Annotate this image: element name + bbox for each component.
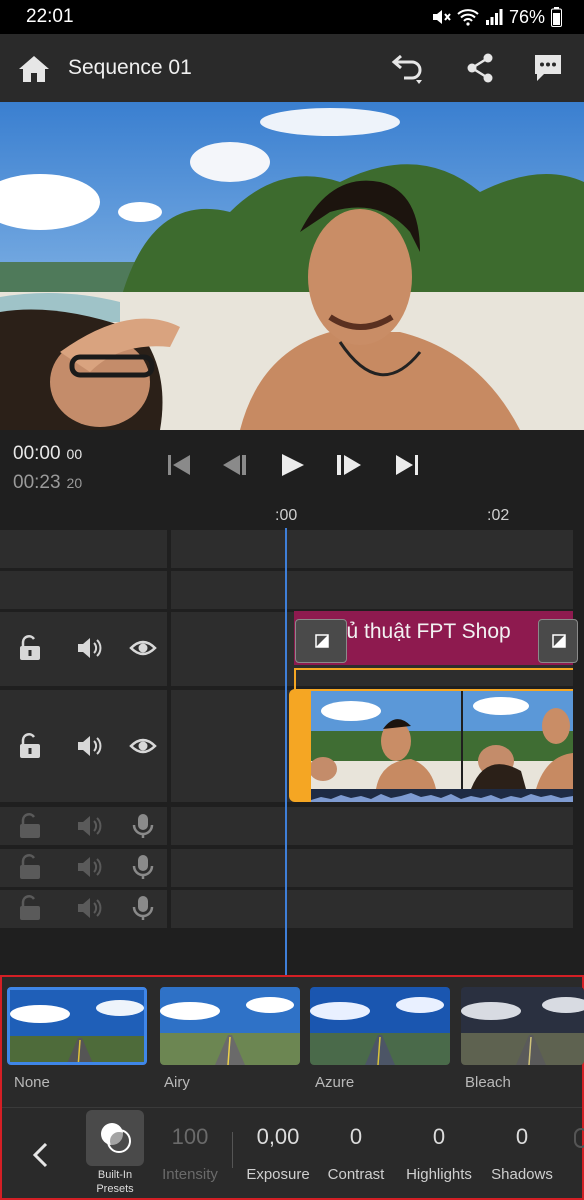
step-forward-icon[interactable] <box>334 451 364 479</box>
speaker-icon[interactable] <box>75 732 103 760</box>
speaker-icon[interactable] <box>75 812 103 840</box>
lock-open-icon[interactable] <box>16 812 44 840</box>
preset-thumbnail-airy[interactable] <box>160 987 300 1065</box>
signal-icon <box>485 9 503 25</box>
title-clip-text: Thủ thuật FPT Shop <box>322 620 511 643</box>
total-timecode: 00:23 20 <box>13 472 83 493</box>
shadows-value: 0 <box>515 1124 529 1149</box>
preset-thumbnail-azure[interactable] <box>310 987 450 1065</box>
sequence-title: Sequence 01 <box>68 56 192 79</box>
preset-thumbnail-none[interactable] <box>7 987 147 1065</box>
toolbar-divider <box>2 1107 582 1108</box>
ruler-mark: :00 <box>275 507 298 524</box>
track-lane-empty <box>171 530 573 568</box>
contrast-control[interactable]: 0 Contrast <box>322 1124 390 1183</box>
contrast-value: 0 <box>349 1124 363 1149</box>
intensity-value: 100 <box>171 1124 209 1149</box>
highlights-value: 0 <box>432 1124 446 1149</box>
app-header: Sequence 01 <box>0 34 584 102</box>
track-lane-audio <box>171 849 573 887</box>
builtin-presets-button[interactable] <box>86 1110 144 1166</box>
wifi-icon <box>457 9 479 26</box>
battery-icon <box>551 7 562 27</box>
exposure-control[interactable]: 0,00 Exposure <box>242 1124 314 1183</box>
battery-percent: 76% <box>508 6 545 27</box>
play-icon[interactable] <box>278 451 308 479</box>
audio-waveform <box>311 789 573 802</box>
speaker-icon[interactable] <box>75 853 103 881</box>
current-timecode: 00:00 00 <box>13 443 83 464</box>
home-icon[interactable] <box>18 54 50 84</box>
clip-link-line <box>294 668 573 690</box>
next-control-partial[interactable] <box>574 1128 584 1148</box>
lock-open-icon[interactable] <box>16 634 44 662</box>
ruler-mark: :02 <box>487 507 510 524</box>
highlights-label: Highlights <box>406 1166 472 1183</box>
exposure-value: 0,00 <box>256 1124 300 1149</box>
trim-icon <box>552 634 566 648</box>
preset-label: Azure <box>315 1074 355 1091</box>
lock-open-icon[interactable] <box>16 894 44 922</box>
share-icon[interactable] <box>464 52 496 84</box>
presets-icon <box>101 1123 131 1153</box>
speaker-icon[interactable] <box>75 894 103 922</box>
trim-icon <box>315 634 329 648</box>
builtin-presets-label: Built-In Presets <box>96 1169 134 1195</box>
eye-icon[interactable] <box>129 732 157 760</box>
preset-label: Airy <box>164 1074 190 1091</box>
track-lane-audio <box>171 890 573 928</box>
eye-icon[interactable] <box>129 634 157 662</box>
skip-to-end-icon[interactable] <box>392 451 422 479</box>
clip-trim-handle-right[interactable] <box>538 619 578 663</box>
status-bar: 22:01 76% <box>0 0 584 34</box>
toolbar-separator <box>232 1132 233 1168</box>
track-header-empty <box>0 530 167 568</box>
track-lane-empty <box>171 571 573 609</box>
shadows-label: Shadows <box>491 1166 553 1183</box>
playhead[interactable] <box>285 528 287 976</box>
comment-icon[interactable] <box>532 52 564 84</box>
preset-label: Bleach <box>465 1074 511 1091</box>
mute-icon <box>432 10 451 24</box>
microphone-icon[interactable] <box>129 812 157 840</box>
exposure-label: Exposure <box>246 1166 310 1183</box>
status-time: 22:01 <box>26 6 74 27</box>
video-preview[interactable] <box>0 102 584 430</box>
contrast-label: Contrast <box>327 1166 385 1183</box>
track-lane-audio <box>171 807 573 845</box>
chevron-left-icon[interactable] <box>28 1140 54 1170</box>
microphone-icon[interactable] <box>129 894 157 922</box>
shadows-control[interactable]: 0 Shadows <box>486 1124 558 1183</box>
clip-trim-handle-left[interactable] <box>295 619 347 663</box>
microphone-icon[interactable] <box>129 853 157 881</box>
step-back-icon[interactable] <box>220 451 250 479</box>
preset-thumbnail-bleach[interactable] <box>461 987 584 1065</box>
status-icons: 76% <box>431 7 562 28</box>
lock-open-icon[interactable] <box>16 732 44 760</box>
track-header-empty <box>0 571 167 609</box>
video-clip-thumbnails <box>311 691 573 789</box>
intensity-label: Intensity <box>162 1166 218 1183</box>
intensity-control[interactable]: 100 Intensity <box>156 1124 224 1183</box>
lock-open-icon[interactable] <box>16 853 44 881</box>
undo-icon[interactable] <box>390 52 426 86</box>
preset-label: None <box>14 1074 50 1091</box>
highlights-control[interactable]: 0 Highlights <box>398 1124 480 1183</box>
skip-to-start-icon[interactable] <box>164 451 194 479</box>
speaker-icon[interactable] <box>75 634 103 662</box>
